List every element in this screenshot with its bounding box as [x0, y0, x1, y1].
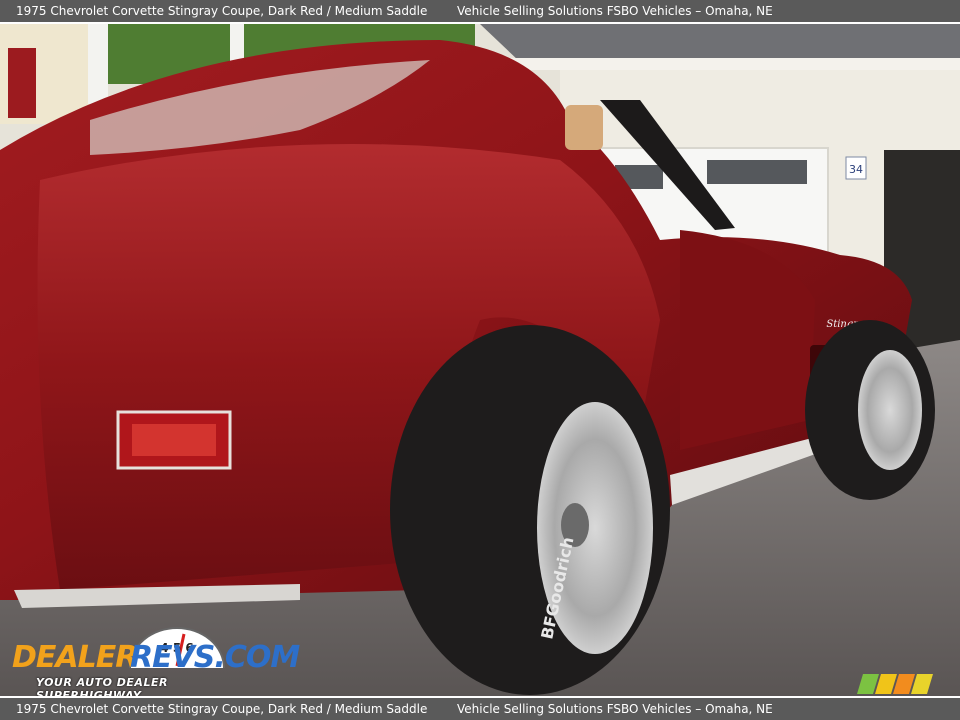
dealer-caption: Vehicle Selling Solutions FSBO Vehicles … [457, 4, 773, 18]
porch-column [88, 24, 108, 104]
vehicle-photo: 34 Stingray BFGoodrich [0, 24, 960, 696]
marker-lens [132, 424, 216, 456]
brand-revs: REVS.COM [130, 640, 300, 675]
dealerrevs-watermark: 4 5 6 DEALER REVS.COM YOUR AUTO DEALER S… [12, 622, 300, 702]
porch-column [230, 24, 244, 64]
color-stripe-logo [857, 674, 933, 694]
top-caption-bar: 1975 Chevrolet Corvette Stingray Coupe, … [0, 0, 960, 24]
dealer-caption: Vehicle Selling Solutions FSBO Vehicles … [457, 702, 773, 716]
front-wheel [805, 320, 935, 500]
brand-dealer: DEALER [12, 640, 138, 675]
saddle-seat [565, 105, 603, 150]
front-rim [858, 350, 922, 470]
rear-wheel: BFGoodrich [390, 325, 670, 695]
house-number: 34 [849, 163, 863, 176]
vehicle-caption: 1975 Chevrolet Corvette Stingray Coupe, … [16, 702, 428, 716]
vehicle-caption: 1975 Chevrolet Corvette Stingray Coupe, … [16, 4, 428, 18]
roof-shingles [480, 24, 960, 62]
photo-frame: 1975 Chevrolet Corvette Stingray Coupe, … [0, 0, 960, 720]
roof-trim [500, 58, 960, 70]
bottom-caption-bar: 1975 Chevrolet Corvette Stingray Coupe, … [0, 696, 960, 720]
red-shutter [8, 48, 36, 118]
